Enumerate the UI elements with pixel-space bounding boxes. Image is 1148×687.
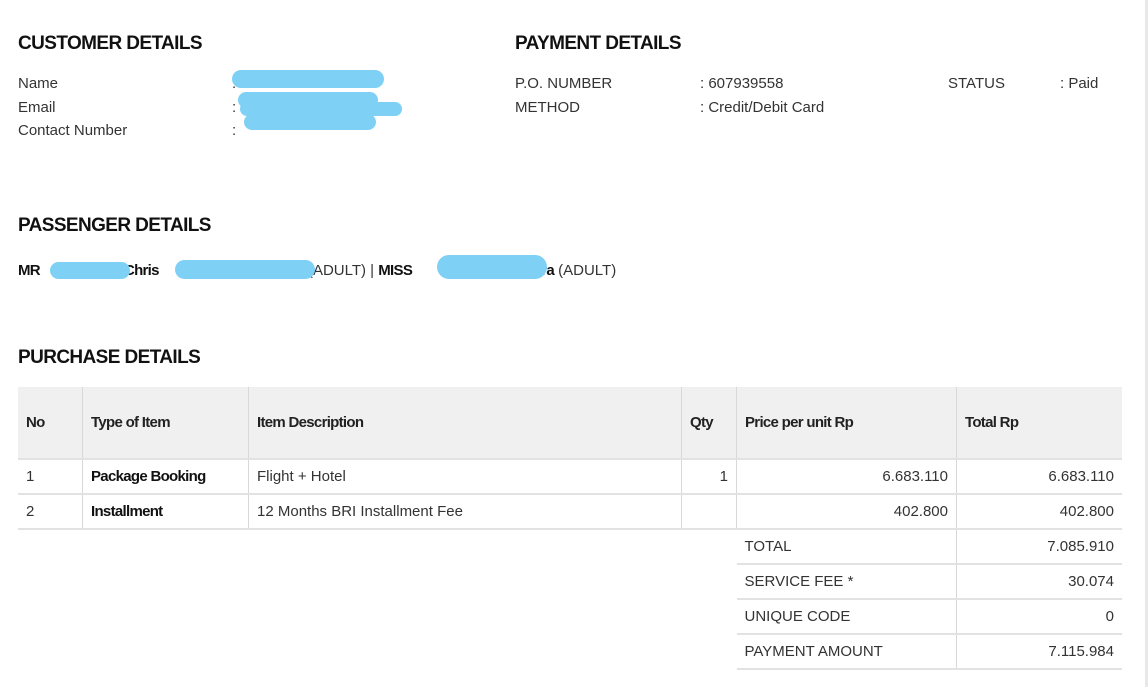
redaction-mark — [244, 114, 376, 130]
row-qty: 1 — [681, 459, 737, 495]
summary-unique-code: UNIQUE CODE 0 — [18, 599, 1122, 635]
po-number-label: P.O. NUMBER — [515, 75, 613, 92]
purchase-details-title: PURCHASE DETAILS — [18, 347, 201, 368]
contact-value: : — [232, 122, 237, 139]
status-value: : Paid — [1060, 75, 1099, 92]
summary-value: 0 — [956, 599, 1122, 635]
summary-label: PAYMENT AMOUNT — [736, 634, 957, 670]
email-value: : — [232, 99, 237, 116]
table-header: No Type of Item Item Description Qty Pri… — [18, 387, 1122, 460]
summary-service-fee: SERVICE FEE * 30.074 — [18, 564, 1122, 600]
col-no: No — [18, 387, 83, 460]
redaction-mark — [232, 70, 384, 88]
summary-total: TOTAL 7.085.910 — [18, 529, 1122, 565]
col-qty: Qty — [681, 387, 737, 460]
summary-label: SERVICE FEE * — [736, 564, 957, 600]
row-type: Installment — [82, 494, 249, 530]
summary-value: 7.115.984 — [956, 634, 1122, 670]
method-value: : Credit/Debit Card — [700, 99, 825, 116]
row-total: 6.683.110 — [956, 459, 1122, 495]
payment-details-title: PAYMENT DETAILS — [515, 33, 681, 54]
name-label: Name — [18, 75, 59, 92]
status-label: STATUS — [948, 75, 1005, 92]
col-total: Total Rp — [956, 387, 1122, 460]
row-price: 6.683.110 — [736, 459, 957, 495]
row-qty — [681, 494, 737, 530]
row-total: 402.800 — [956, 494, 1122, 530]
passenger-2-type: (ADULT) — [558, 262, 617, 279]
row-description: Flight + Hotel — [248, 459, 682, 495]
method-label: METHOD — [515, 99, 580, 116]
row-no: 2 — [18, 494, 83, 530]
row-price: 402.800 — [736, 494, 957, 530]
col-type: Type of Item — [82, 387, 249, 460]
row-type: Package Booking — [82, 459, 249, 495]
summary-label: UNIQUE CODE — [736, 599, 957, 635]
contact-label: Contact Number — [18, 122, 128, 139]
customer-details-title: CUSTOMER DETAILS — [18, 33, 203, 54]
row-no: 1 — [18, 459, 83, 495]
redaction-mark — [437, 255, 547, 279]
table-row: 1 Package Booking Flight + Hotel 1 6.683… — [18, 459, 1122, 495]
po-number-value: : 607939558 — [700, 75, 784, 92]
redaction-mark — [50, 262, 130, 279]
summary-payment-amount: PAYMENT AMOUNT 7.115.984 — [18, 634, 1122, 670]
summary-value: 7.085.910 — [956, 529, 1122, 565]
email-label: Email — [18, 99, 56, 116]
purchase-table: No Type of Item Item Description Qty Pri… — [18, 387, 1122, 670]
col-description: Item Description — [248, 387, 682, 460]
summary-label: TOTAL — [736, 529, 957, 565]
passenger-2-title: MISS — [378, 262, 413, 279]
passenger-1-title: MR — [18, 262, 41, 279]
summary-value: 30.074 — [956, 564, 1122, 600]
row-description: 12 Months BRI Installment Fee — [248, 494, 682, 530]
passenger-details-title: PASSENGER DETAILS — [18, 215, 211, 236]
passenger-1-type: (ADULT) | — [307, 262, 375, 279]
col-price: Price per unit Rp — [736, 387, 957, 460]
table-row: 2 Installment 12 Months BRI Installment … — [18, 494, 1122, 530]
redaction-mark — [175, 260, 315, 279]
